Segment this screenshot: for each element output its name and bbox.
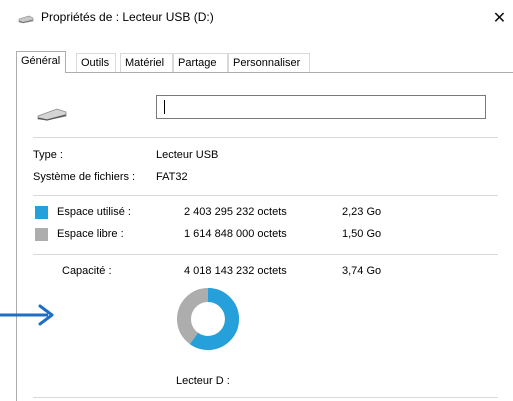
close-button[interactable]: ✕ <box>486 4 513 34</box>
close-icon: ✕ <box>492 10 507 27</box>
used-space-label: Espace utilisé : <box>57 206 131 218</box>
used-space-swatch <box>35 206 48 219</box>
capacity-label: Capacité : <box>62 265 112 277</box>
tab-partage[interactable]: Partage <box>173 53 228 72</box>
separator <box>33 397 498 398</box>
tab-personnaliser[interactable]: Personnaliser <box>228 53 310 72</box>
tab-outils[interactable]: Outils <box>76 53 116 72</box>
drive-letter-label: Lecteur D : <box>176 375 230 387</box>
usage-donut-chart <box>177 288 239 350</box>
filesystem-value: FAT32 <box>156 171 188 183</box>
arrow-right-icon <box>0 304 54 326</box>
used-space-size: 2,23 Go <box>342 206 382 218</box>
capacity-bytes: 4 018 143 232 octets <box>184 265 287 277</box>
usb-drive-icon <box>18 15 34 24</box>
tab-materiel[interactable]: Matériel <box>120 53 173 72</box>
drive-icon <box>37 108 67 121</box>
free-space-label: Espace libre : <box>57 228 124 240</box>
type-label: Type : <box>33 149 63 161</box>
free-space-size: 1,50 Go <box>342 228 382 240</box>
capacity-size: 3,74 Go <box>342 265 382 277</box>
free-space-bytes: 1 614 848 000 octets <box>184 228 287 240</box>
drive-name-input[interactable] <box>156 95 486 119</box>
separator <box>33 195 498 196</box>
used-space-bytes: 2 403 295 232 octets <box>184 206 287 218</box>
filesystem-label: Système de fichiers : <box>33 171 136 183</box>
type-value: Lecteur USB <box>156 149 219 161</box>
title-bar: Propriétés de : Lecteur USB (D:) ✕ <box>0 0 513 38</box>
free-space-swatch <box>35 228 48 241</box>
window-title: Propriétés de : Lecteur USB (D:) <box>41 10 214 24</box>
separator <box>33 137 498 138</box>
separator <box>33 254 498 255</box>
text-caret <box>164 100 165 114</box>
tab-general[interactable]: Général <box>16 51 66 73</box>
properties-window: Propriétés de : Lecteur USB (D:) ✕ Génér… <box>0 0 513 401</box>
